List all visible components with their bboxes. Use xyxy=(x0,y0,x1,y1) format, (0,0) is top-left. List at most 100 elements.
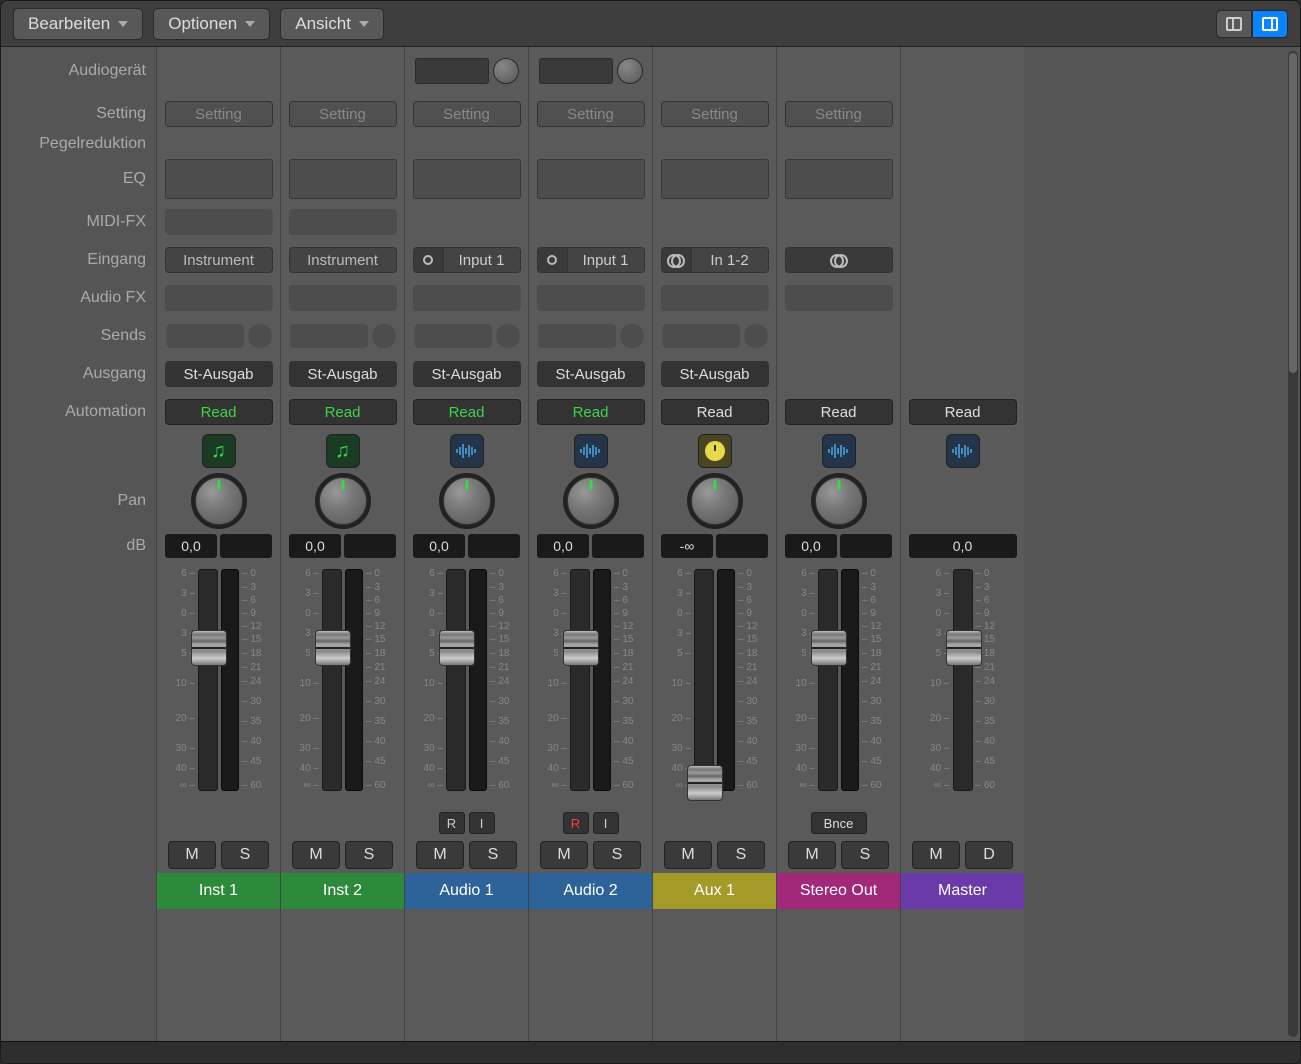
fader-cap[interactable] xyxy=(439,630,475,666)
audio-device-knob[interactable] xyxy=(493,58,519,84)
setting-button[interactable]: Setting xyxy=(785,101,893,127)
track-type-icon[interactable] xyxy=(698,434,732,468)
pan-knob[interactable] xyxy=(443,477,491,525)
output-button[interactable]: St-Ausgab xyxy=(413,361,521,387)
solo-button[interactable]: S xyxy=(221,841,269,869)
pan-knob[interactable] xyxy=(319,477,367,525)
channel-name-label[interactable]: Aux 1 xyxy=(653,873,776,909)
input-instrument-button[interactable]: Instrument xyxy=(289,247,397,273)
audiofx-slot[interactable] xyxy=(289,285,397,311)
db-value[interactable]: -∞ xyxy=(661,534,713,558)
channel-name-label[interactable]: Inst 1 xyxy=(157,873,280,909)
send-knob[interactable] xyxy=(620,324,644,348)
track-type-icon[interactable]: ♫ xyxy=(326,434,360,468)
automation-mode-button[interactable]: Read xyxy=(909,399,1017,425)
track-type-icon[interactable] xyxy=(946,434,980,468)
db-value[interactable]: 0,0 xyxy=(413,534,465,558)
stereo-format-button[interactable] xyxy=(785,247,893,273)
record-enable-button[interactable]: R xyxy=(563,812,589,834)
solo-button[interactable]: S xyxy=(717,841,765,869)
db-value[interactable]: 0,0 xyxy=(537,534,589,558)
send-knob[interactable] xyxy=(372,324,396,348)
fader-track[interactable] xyxy=(818,569,838,791)
db-peak[interactable] xyxy=(716,534,768,558)
input-monitor-button[interactable]: I xyxy=(593,812,619,834)
solo-button[interactable]: S xyxy=(593,841,641,869)
eq-slot[interactable] xyxy=(413,159,521,199)
audio-device-knob[interactable] xyxy=(617,58,643,84)
pan-knob[interactable] xyxy=(815,477,863,525)
eq-slot[interactable] xyxy=(785,159,893,199)
output-button[interactable]: St-Ausgab xyxy=(661,361,769,387)
automation-mode-button[interactable]: Read xyxy=(413,399,521,425)
audio-device-slot[interactable] xyxy=(539,58,613,84)
mute-button[interactable]: M xyxy=(168,841,216,869)
fader-cap[interactable] xyxy=(687,765,723,801)
db-peak[interactable] xyxy=(592,534,644,558)
mute-button[interactable]: M xyxy=(292,841,340,869)
track-type-icon[interactable] xyxy=(822,434,856,468)
audiofx-slot[interactable] xyxy=(413,285,521,311)
audiofx-slot[interactable] xyxy=(537,285,645,311)
output-button[interactable]: St-Ausgab xyxy=(537,361,645,387)
channel-name-label[interactable]: Audio 1 xyxy=(405,873,528,909)
track-type-icon[interactable] xyxy=(450,434,484,468)
bounce-button[interactable]: Bnce xyxy=(811,812,867,834)
db-peak[interactable] xyxy=(840,534,892,558)
setting-button[interactable]: Setting xyxy=(537,101,645,127)
dim-button[interactable]: D xyxy=(965,841,1013,869)
eq-slot[interactable] xyxy=(289,159,397,199)
fader-cap[interactable] xyxy=(191,630,227,666)
eq-slot[interactable] xyxy=(661,159,769,199)
fader-track[interactable] xyxy=(570,569,590,791)
eq-slot[interactable] xyxy=(165,159,273,199)
input-button[interactable]: Input 1 xyxy=(413,247,521,273)
view-narrow-button[interactable] xyxy=(1216,10,1252,38)
send-knob[interactable] xyxy=(744,324,768,348)
db-peak[interactable] xyxy=(220,534,272,558)
midifx-slot[interactable] xyxy=(165,209,273,235)
pan-knob[interactable] xyxy=(691,477,739,525)
send-slot[interactable] xyxy=(166,324,244,348)
automation-mode-button[interactable]: Read xyxy=(661,399,769,425)
fader-cap[interactable] xyxy=(563,630,599,666)
mute-button[interactable]: M xyxy=(416,841,464,869)
input-button[interactable]: In 1-2 xyxy=(661,247,769,273)
fader-track[interactable] xyxy=(322,569,342,791)
input-button[interactable]: Input 1 xyxy=(537,247,645,273)
midifx-slot[interactable] xyxy=(289,209,397,235)
channel-name-label[interactable]: Stereo Out xyxy=(777,873,900,909)
channel-name-label[interactable]: Inst 2 xyxy=(281,873,404,909)
audiofx-slot[interactable] xyxy=(661,285,769,311)
fader-track[interactable] xyxy=(446,569,466,791)
solo-button[interactable]: S xyxy=(345,841,393,869)
solo-button[interactable]: S xyxy=(469,841,517,869)
edit-menu[interactable]: Bearbeiten xyxy=(13,8,143,40)
track-type-icon[interactable]: ♫ xyxy=(202,434,236,468)
send-knob[interactable] xyxy=(248,324,272,348)
send-slot[interactable] xyxy=(414,324,492,348)
automation-mode-button[interactable]: Read xyxy=(785,399,893,425)
automation-mode-button[interactable]: Read xyxy=(165,399,273,425)
automation-mode-button[interactable]: Read xyxy=(537,399,645,425)
fader-track[interactable] xyxy=(694,569,714,791)
db-value[interactable]: 0,0 xyxy=(909,534,1017,558)
scrollbar-thumb[interactable] xyxy=(1289,53,1297,373)
pan-knob[interactable] xyxy=(567,477,615,525)
mute-button[interactable]: M xyxy=(540,841,588,869)
output-button[interactable]: St-Ausgab xyxy=(289,361,397,387)
mute-button[interactable]: M xyxy=(664,841,712,869)
setting-button[interactable]: Setting xyxy=(413,101,521,127)
pan-knob[interactable] xyxy=(195,477,243,525)
audiofx-slot[interactable] xyxy=(785,285,893,311)
solo-button[interactable]: S xyxy=(841,841,889,869)
view-menu[interactable]: Ansicht xyxy=(280,8,384,40)
setting-button[interactable]: Setting xyxy=(661,101,769,127)
send-knob[interactable] xyxy=(496,324,520,348)
db-value[interactable]: 0,0 xyxy=(785,534,837,558)
fader-track[interactable] xyxy=(198,569,218,791)
fader-cap[interactable] xyxy=(811,630,847,666)
input-monitor-button[interactable]: I xyxy=(469,812,495,834)
mute-button[interactable]: M xyxy=(912,841,960,869)
audiofx-slot[interactable] xyxy=(165,285,273,311)
